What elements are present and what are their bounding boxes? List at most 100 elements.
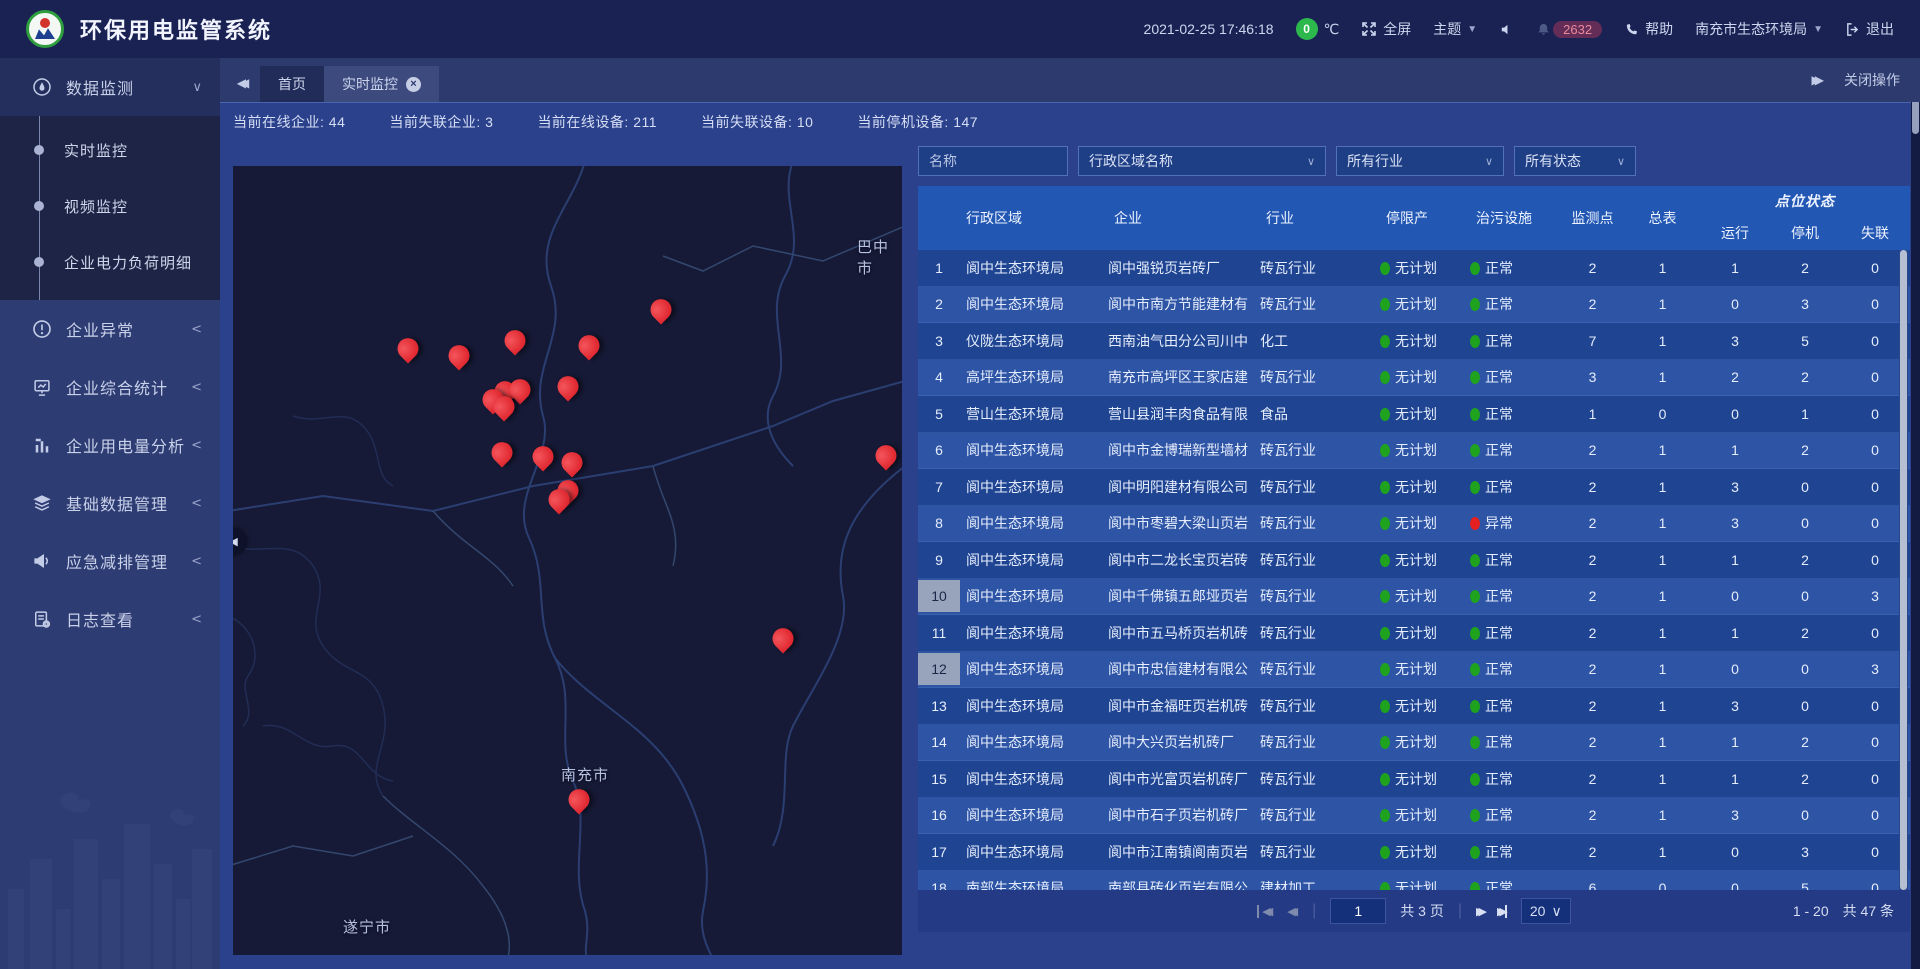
status-dot-green	[1380, 773, 1390, 786]
last-page-button[interactable]: ▶▶	[1497, 905, 1507, 918]
cell-running: 1	[1700, 260, 1770, 276]
status-value: 44	[329, 114, 346, 130]
map-roads	[233, 166, 902, 955]
sidebar-item-5[interactable]: 应急减排管理<	[0, 532, 220, 590]
status-dot-green	[1470, 335, 1480, 348]
industry-filter-select[interactable]: 所有行业 ∨	[1336, 146, 1504, 176]
tab-active-1[interactable]: 实时监控×	[324, 66, 439, 102]
cell-total-meters: 0	[1625, 880, 1700, 890]
cell-facility-status: 正常	[1470, 878, 1560, 890]
sidebar-subitem-0-0[interactable]: 实时监控	[0, 122, 220, 178]
table-row[interactable]: 15阆中生态环境局阆中市光富页岩机砖厂砖瓦行业无计划正常21120	[918, 761, 1910, 798]
table-scrollbar-thumb[interactable]	[1900, 250, 1907, 890]
status-dot-green	[1380, 882, 1390, 890]
table-row[interactable]: 10阆中生态环境局阆中千佛镇五郎垭页岩砖瓦行业无计划正常21003	[918, 579, 1910, 616]
close-operations-button[interactable]: 关闭操作	[1844, 70, 1900, 90]
page-size-select[interactable]: 20 ∨	[1521, 898, 1571, 924]
cell-stopped: 0	[1770, 515, 1840, 531]
tab-close-icon[interactable]: ×	[406, 77, 421, 92]
cell-company: 阆中市南方节能建材有	[1108, 294, 1260, 314]
speaker-icon	[1499, 22, 1514, 37]
table-row[interactable]: 13阆中生态环境局阆中市金福旺页岩机砖砖瓦行业无计划正常21300	[918, 688, 1910, 725]
tabs-scroll-left-button[interactable]: ◀◀	[220, 76, 260, 102]
cell-facility-status: 正常	[1470, 550, 1560, 570]
table-row[interactable]: 3仪陇生态环境局西南油气田分公司川中化工无计划正常71350	[918, 323, 1910, 360]
table-row[interactable]: 8阆中生态环境局阆中市枣碧大梁山页岩砖瓦行业无计划异常21300	[918, 506, 1910, 543]
row-number: 2	[918, 296, 960, 312]
table-scrollbar[interactable]	[1899, 250, 1908, 890]
window-scrollbar[interactable]	[1911, 58, 1920, 969]
table-row[interactable]: 1阆中生态环境局阆中强锐页岩砖厂砖瓦行业无计划正常21120	[918, 250, 1910, 287]
help-button[interactable]: 帮助	[1624, 19, 1673, 39]
sidebar-item-4[interactable]: 基础数据管理<	[0, 474, 220, 532]
cell-company: 南部县砖化页岩有限公	[1108, 878, 1260, 890]
table-row[interactable]: 17阆中生态环境局阆中市江南镇阆南页岩砖瓦行业无计划正常21030	[918, 834, 1910, 871]
notifications-button[interactable]: 2632	[1536, 21, 1602, 38]
cell-facility-status: 正常	[1470, 769, 1560, 789]
status-filter-select[interactable]: 所有状态 ∨	[1514, 146, 1636, 176]
sidebar-subitem-0-2[interactable]: 企业电力负荷明细	[0, 234, 220, 290]
fullscreen-button[interactable]: 全屏	[1361, 19, 1411, 39]
org-menu[interactable]: 南充市生态环境局 ▼	[1695, 19, 1823, 39]
table-row[interactable]: 7阆中生态环境局阆中明阳建材有限公司砖瓦行业无计划正常21300	[918, 469, 1910, 506]
tabs-scroll-right-button[interactable]: ▶▶	[1812, 73, 1818, 87]
cell-stopped: 0	[1770, 661, 1840, 677]
page-number-input[interactable]	[1330, 898, 1386, 924]
status-dot-green	[1470, 481, 1480, 494]
cell-industry: 砖瓦行业	[1260, 842, 1380, 862]
table-row[interactable]: 4高坪生态环境局南充市高坪区王家店建砖瓦行业无计划正常31220	[918, 360, 1910, 397]
total-count-label: 共 47 条	[1843, 901, 1894, 921]
logout-button[interactable]: 退出	[1845, 19, 1894, 39]
prev-page-button[interactable]: ◀◀	[1287, 905, 1298, 918]
map-city-label: 南充市	[561, 764, 609, 785]
sidebar-item-3[interactable]: 企业用电量分析<	[0, 416, 220, 474]
table-row[interactable]: 5营山生态环境局营山县润丰肉食品有限食品无计划正常10010	[918, 396, 1910, 433]
chevron-down-icon: ∨	[192, 80, 202, 95]
mute-button[interactable]	[1499, 22, 1514, 37]
cell-facility-status: 正常	[1470, 404, 1560, 424]
cell-region: 仪陇生态环境局	[960, 331, 1108, 351]
table-row[interactable]: 11阆中生态环境局阆中市五马桥页岩机砖砖瓦行业无计划正常21120	[918, 615, 1910, 652]
cell-industry: 食品	[1260, 404, 1380, 424]
status-dot-green	[1470, 809, 1480, 822]
table-row[interactable]: 14阆中生态环境局阆中大兴页岩机砖厂砖瓦行业无计划正常21120	[918, 725, 1910, 762]
cell-production-status: 无计划	[1380, 842, 1470, 862]
cell-row-number: 2	[918, 296, 960, 312]
table-row[interactable]: 2阆中生态环境局阆中市南方节能建材有砖瓦行业无计划正常21030	[918, 287, 1910, 324]
sidebar-subitem-0-1[interactable]: 视频监控	[0, 178, 220, 234]
table-row[interactable]: 6阆中生态环境局阆中市金博瑞新型墙材砖瓦行业无计划正常21120	[918, 433, 1910, 470]
theme-menu[interactable]: 主题 ▼	[1433, 19, 1477, 39]
sidebar-item-1[interactable]: 企业异常<	[0, 300, 220, 358]
cell-industry: 砖瓦行业	[1260, 550, 1380, 570]
cell-monitor-points: 2	[1560, 588, 1625, 604]
cell-running: 0	[1700, 661, 1770, 677]
table-row[interactable]: 18南部生态环境局南部县砖化页岩有限公建材加工无计划正常60050	[918, 871, 1910, 891]
cell-facility-status: 正常	[1470, 294, 1560, 314]
name-filter-input[interactable]	[929, 153, 1057, 169]
status-dot-green	[1380, 627, 1390, 640]
tab-0[interactable]: 首页	[260, 66, 324, 102]
cell-production-status: 无计划	[1380, 513, 1470, 533]
sidebar-item-label: 日志查看	[66, 607, 191, 631]
table-row[interactable]: 16阆中生态环境局阆中市石子页岩机砖厂砖瓦行业无计划正常21300	[918, 798, 1910, 835]
status-dot-green	[1470, 408, 1480, 421]
status-dot-green	[1380, 481, 1390, 494]
cell-company: 阆中明阳建材有限公司	[1108, 477, 1260, 497]
cell-facility-status: 正常	[1470, 586, 1560, 606]
map-panel[interactable]: 巴中市南充市遂宁市 ◀	[233, 166, 902, 955]
next-page-button[interactable]: ▶▶	[1476, 905, 1487, 918]
sidebar-item-6[interactable]: 日志查看<	[0, 590, 220, 648]
table-row[interactable]: 9阆中生态环境局阆中市二龙长宝页岩砖砖瓦行业无计划正常21120	[918, 542, 1910, 579]
first-page-button[interactable]: ◀◀	[1257, 905, 1273, 918]
status-dot-green	[1380, 554, 1390, 567]
pagination-divider: |	[1312, 902, 1316, 920]
cell-facility-status: 正常	[1470, 623, 1560, 643]
table-row[interactable]: 12阆中生态环境局阆中市忠信建材有限公砖瓦行业无计划正常21003	[918, 652, 1910, 689]
sidebar-item-0[interactable]: 数据监测∨	[0, 58, 220, 116]
name-filter-field[interactable]	[918, 146, 1068, 176]
cell-stopped: 2	[1770, 771, 1840, 787]
column-header-7: 总表	[1625, 186, 1700, 250]
row-number: 6	[918, 442, 960, 458]
sidebar-item-2[interactable]: 企业综合统计<	[0, 358, 220, 416]
region-filter-select[interactable]: 行政区域名称 ∨	[1078, 146, 1326, 176]
